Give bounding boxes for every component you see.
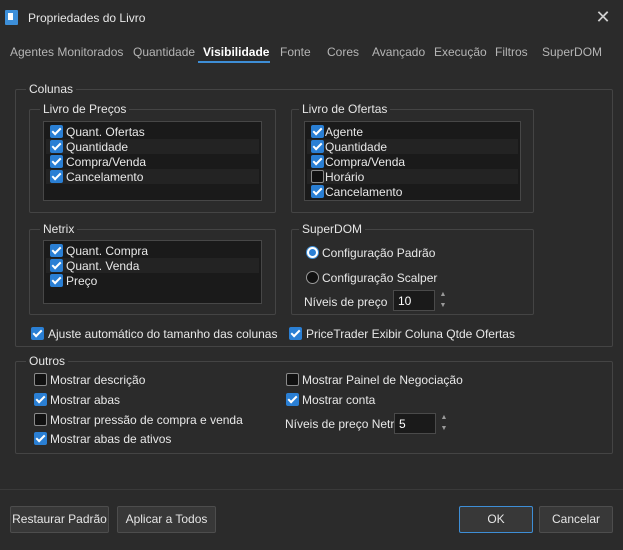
item-label: Quant. Compra bbox=[66, 244, 149, 258]
spin-up-icon[interactable]: ▲ bbox=[438, 413, 450, 423]
close-icon[interactable]: ✕ bbox=[593, 7, 613, 27]
item-label: Quant. Venda bbox=[66, 259, 140, 273]
spin-down-icon[interactable]: ▼ bbox=[437, 301, 449, 311]
checkbox[interactable] bbox=[50, 244, 63, 257]
mostrar-conta-checkbox[interactable] bbox=[286, 393, 299, 406]
tab-bar: Agentes Monitorados Quantidade Visibilid… bbox=[0, 42, 623, 64]
tab-cores[interactable]: Cores bbox=[327, 45, 359, 59]
niveis-netrix-input[interactable]: 5 bbox=[394, 413, 436, 434]
niveis-netrix-label: Níveis de preço Netrix bbox=[285, 417, 404, 431]
tab-visibilidade[interactable]: Visibilidade bbox=[203, 45, 269, 59]
aplicar-a-todos-button[interactable]: Aplicar a Todos bbox=[117, 506, 216, 533]
ajuste-automatico-label: Ajuste automático do tamanho das colunas bbox=[48, 327, 278, 341]
livro-precos-label: Livro de Preços bbox=[40, 102, 130, 116]
cancelar-button[interactable]: Cancelar bbox=[539, 506, 613, 533]
item-label: Agente bbox=[325, 125, 364, 139]
mostrar-conta-label: Mostrar conta bbox=[302, 393, 376, 407]
mostrar-painel-label: Mostrar Painel de Negociação bbox=[302, 373, 463, 387]
window-title: Propriedades do Livro bbox=[28, 11, 146, 25]
checkbox[interactable] bbox=[311, 140, 324, 153]
tab-fonte[interactable]: Fonte bbox=[280, 45, 311, 59]
list-item[interactable]: Cancelamento bbox=[307, 184, 518, 199]
spin-up-icon[interactable]: ▲ bbox=[437, 290, 449, 300]
niveis-preco-value: 10 bbox=[398, 294, 412, 308]
list-item[interactable]: Cancelamento bbox=[46, 169, 259, 184]
checkbox[interactable] bbox=[50, 170, 63, 183]
checkbox[interactable] bbox=[50, 140, 63, 153]
spin-down-icon[interactable]: ▼ bbox=[438, 424, 450, 434]
item-label: Preço bbox=[66, 274, 98, 288]
tab-agentes-monitorados[interactable]: Agentes Monitorados bbox=[10, 45, 123, 59]
checkbox[interactable] bbox=[50, 125, 63, 138]
tab-filtros[interactable]: Filtros bbox=[495, 45, 528, 59]
radio-configuracao-padrao-label: Configuração Padrão bbox=[322, 246, 436, 260]
list-item[interactable]: Agente bbox=[307, 124, 518, 139]
niveis-preco-input[interactable]: 10 bbox=[393, 290, 435, 311]
list-item[interactable]: Quantidade bbox=[46, 139, 259, 154]
mostrar-abas-ativos-checkbox[interactable] bbox=[34, 432, 47, 445]
book-app-icon bbox=[5, 10, 18, 25]
item-label: Quantidade bbox=[325, 140, 388, 154]
mostrar-abas-ativos-label: Mostrar abas de ativos bbox=[50, 432, 172, 446]
radio-configuracao-scalper-label: Configuração Scalper bbox=[322, 271, 438, 285]
niveis-preco-label: Níveis de preço bbox=[304, 295, 388, 309]
list-item[interactable]: Quantidade bbox=[307, 139, 518, 154]
checkbox[interactable] bbox=[311, 155, 324, 168]
tab-quantidade[interactable]: Quantidade bbox=[133, 45, 195, 59]
checkbox[interactable] bbox=[50, 274, 63, 287]
mostrar-descricao-checkbox[interactable] bbox=[34, 373, 47, 386]
item-label: Compra/Venda bbox=[66, 155, 147, 169]
list-item[interactable]: Compra/Venda bbox=[46, 154, 259, 169]
netrix-label: Netrix bbox=[40, 222, 78, 236]
list-item[interactable]: Quant. Venda bbox=[46, 258, 259, 273]
item-label: Quant. Ofertas bbox=[66, 125, 145, 139]
niveis-netrix-value: 5 bbox=[399, 417, 406, 431]
item-label: Quantidade bbox=[66, 140, 129, 154]
mostrar-pressao-label: Mostrar pressão de compra e venda bbox=[50, 413, 243, 427]
title-bar: Propriedades do Livro ✕ bbox=[0, 0, 623, 36]
list-item[interactable]: Quant. Compra bbox=[46, 243, 259, 258]
livro-ofertas-label: Livro de Ofertas bbox=[299, 102, 391, 116]
pricetrader-label: PriceTrader Exibir Coluna Qtde Ofertas bbox=[306, 327, 515, 341]
list-item[interactable]: Compra/Venda bbox=[307, 154, 518, 169]
footer-divider bbox=[0, 489, 623, 490]
outros-label: Outros bbox=[26, 354, 69, 368]
checkbox[interactable] bbox=[311, 170, 324, 183]
superdom-label: SuperDOM bbox=[299, 222, 366, 236]
pricetrader-checkbox[interactable] bbox=[289, 327, 302, 340]
item-label: Cancelamento bbox=[66, 170, 144, 184]
mostrar-abas-checkbox[interactable] bbox=[34, 393, 47, 406]
tab-superdom[interactable]: SuperDOM bbox=[542, 45, 602, 59]
livro-precos-list: Quant. Ofertas Quantidade Compra/Venda C… bbox=[43, 121, 262, 201]
mostrar-abas-label: Mostrar abas bbox=[50, 393, 121, 407]
list-item[interactable]: Preço bbox=[46, 273, 259, 288]
ajuste-automatico-checkbox[interactable] bbox=[31, 327, 44, 340]
mostrar-painel-checkbox[interactable] bbox=[286, 373, 299, 386]
radio-configuracao-padrao[interactable] bbox=[306, 246, 319, 259]
item-label: Horário bbox=[325, 170, 365, 184]
restaurar-padrao-button[interactable]: Restaurar Padrão bbox=[10, 506, 109, 533]
netrix-list: Quant. Compra Quant. Venda Preço bbox=[43, 240, 262, 304]
mostrar-descricao-label: Mostrar descrição bbox=[50, 373, 146, 387]
tab-avancado[interactable]: Avançado bbox=[372, 45, 425, 59]
checkbox[interactable] bbox=[311, 125, 324, 138]
active-tab-indicator bbox=[198, 61, 270, 63]
checkbox[interactable] bbox=[50, 155, 63, 168]
radio-configuracao-scalper[interactable] bbox=[306, 271, 319, 284]
checkbox[interactable] bbox=[311, 185, 324, 198]
mostrar-pressao-checkbox[interactable] bbox=[34, 413, 47, 426]
livro-ofertas-list: Agente Quantidade Compra/Venda Horário C… bbox=[304, 121, 521, 201]
checkbox[interactable] bbox=[50, 259, 63, 272]
ok-button[interactable]: OK bbox=[459, 506, 533, 533]
item-label: Compra/Venda bbox=[325, 155, 406, 169]
tab-execucao[interactable]: Execução bbox=[434, 45, 487, 59]
list-item[interactable]: Horário bbox=[307, 169, 518, 184]
item-label: Cancelamento bbox=[325, 185, 403, 199]
list-item[interactable]: Quant. Ofertas bbox=[46, 124, 259, 139]
colunas-label: Colunas bbox=[26, 82, 77, 96]
